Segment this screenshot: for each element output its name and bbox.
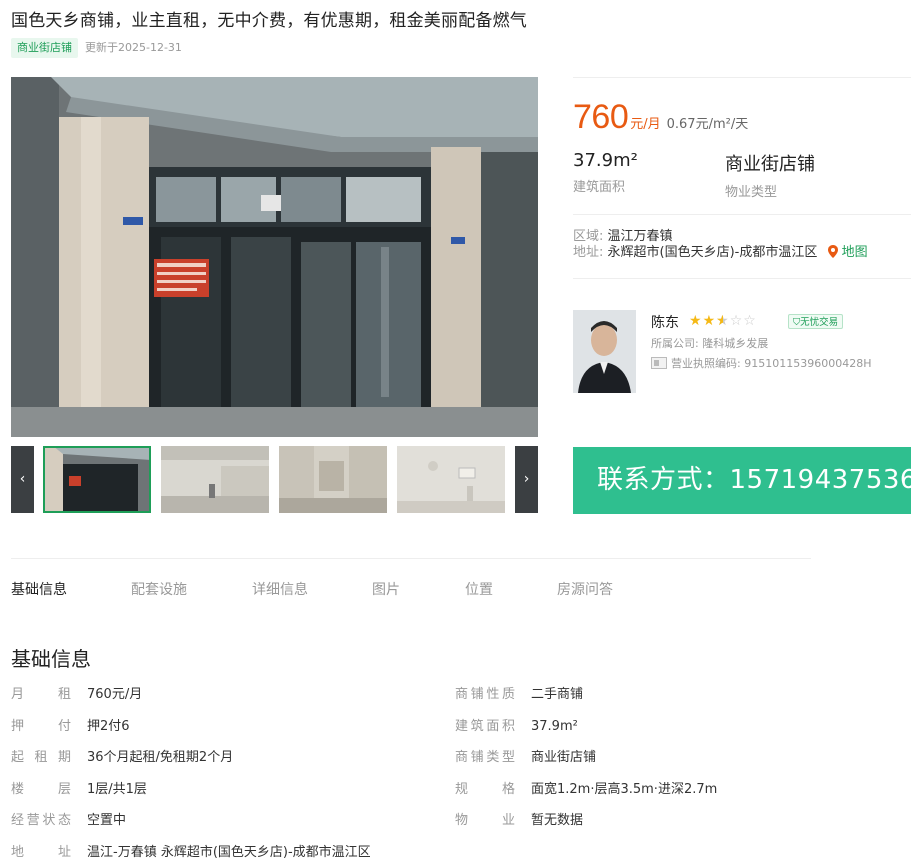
agent-company-label: 所属公司: xyxy=(651,337,699,350)
gallery-thumbnail-3[interactable] xyxy=(279,446,387,513)
info-value: 暂无数据 xyxy=(531,813,584,828)
info-label: 起租期 xyxy=(11,750,71,765)
property-type-tag: 商业街店铺 xyxy=(11,38,78,58)
info-value: 面宽1.2m·层高3.5m·进深2.7m xyxy=(531,782,718,797)
location-area-label: 区域: xyxy=(573,229,604,244)
info-label: 地址 xyxy=(11,845,71,860)
license-icon xyxy=(651,357,667,369)
map-pin-icon xyxy=(827,245,838,258)
info-value: 空置中 xyxy=(87,813,127,828)
location-area-value: 温江万春镇 xyxy=(607,229,673,244)
agent-avatar[interactable] xyxy=(573,310,636,393)
info-row: 月租 760元/月 xyxy=(11,683,142,702)
info-label: 规格 xyxy=(455,782,515,797)
tab-location[interactable]: 位置 xyxy=(465,579,493,599)
gallery-next-button[interactable]: › xyxy=(515,446,538,513)
info-value: 押2付6 xyxy=(87,719,130,734)
contact-button[interactable]: 联系方式：15719437536 xyxy=(573,447,911,514)
gallery-thumbnail-2[interactable] xyxy=(161,446,269,513)
fact-area-label: 建筑面积 xyxy=(573,180,626,195)
info-value: 商业街店铺 xyxy=(531,750,597,765)
gallery-prev-button[interactable]: ‹ xyxy=(11,446,34,513)
star-empty-icon: ☆ xyxy=(743,313,757,329)
location-address-value: 永辉超市(国色天乡店)-成都市温江区 xyxy=(607,245,818,260)
location-address-label: 地址: xyxy=(573,245,604,260)
star-full-icon: ★ xyxy=(702,313,717,329)
safe-trade-badge-label: 无忧交易 xyxy=(800,317,839,328)
info-label: 月租 xyxy=(11,687,71,702)
storefront-photo xyxy=(11,77,538,437)
location-area: 区域: 温江万春镇 xyxy=(573,229,673,245)
fact-property-type-value: 商业街店铺 xyxy=(725,154,815,175)
price-amount: 760 xyxy=(573,98,629,136)
agent-rating: ★★★☆☆ xyxy=(689,313,757,329)
updated-date: 更新于2025-12-31 xyxy=(85,41,182,54)
info-row: 起租期 36个月起租/免租期2个月 xyxy=(11,746,233,765)
agent-license: 营业执照编码: 91510115396000428H xyxy=(651,355,871,371)
info-label: 押付 xyxy=(11,719,71,734)
agent-company: 所属公司: 隆科城乡发展 xyxy=(651,335,768,351)
divider xyxy=(573,278,911,279)
info-row: 规格 面宽1.2m·层高3.5m·进深2.7m xyxy=(455,778,717,797)
info-row: 商铺类型 商业街店铺 xyxy=(455,746,596,765)
divider xyxy=(573,214,911,215)
price-unit: 元/月 xyxy=(630,117,661,132)
tab-basic-info[interactable]: 基础信息 xyxy=(11,579,67,599)
price-block: 760 元/月 0.67元/m²/天 xyxy=(573,98,748,137)
page-title: 国色天乡商铺，业主直租，无中介费，有优惠期，租金美丽配备燃气 xyxy=(11,11,527,31)
star-empty-icon: ☆ xyxy=(729,313,744,329)
tab-qa[interactable]: 房源问答 xyxy=(557,579,613,599)
divider xyxy=(573,77,911,78)
fact-area: 37.9m² 建筑面积 xyxy=(573,150,638,195)
fact-property-type-label: 物业类型 xyxy=(725,185,778,200)
fact-property-type: 商业街店铺 物业类型 xyxy=(725,150,815,200)
info-row: 物业 暂无数据 xyxy=(455,809,583,828)
info-row: 地址 温江-万春镇 永辉超市(国色天乡店)-成都市温江区 xyxy=(11,841,371,860)
location-address: 地址: 永辉超市(国色天乡店)-成都市温江区 地图 xyxy=(573,245,868,261)
agent-name[interactable]: 陈东 xyxy=(651,312,679,332)
agent-company-value: 隆科城乡发展 xyxy=(702,337,769,350)
tab-facilities[interactable]: 配套设施 xyxy=(131,579,187,599)
info-value: 二手商铺 xyxy=(531,687,584,702)
info-row: 经营状态 空置中 xyxy=(11,809,126,828)
main-photo[interactable] xyxy=(11,77,538,437)
tab-details[interactable]: 详细信息 xyxy=(252,579,308,599)
info-row: 押付 押2付6 xyxy=(11,715,130,734)
info-label: 楼层 xyxy=(11,782,71,797)
info-label: 物业 xyxy=(455,813,515,828)
info-value: 温江-万春镇 永辉超市(国色天乡店)-成都市温江区 xyxy=(87,845,371,860)
gallery-thumbnail-4[interactable] xyxy=(397,446,505,513)
map-link-label: 地图 xyxy=(841,245,868,260)
fact-area-value: 37.9m² xyxy=(573,150,638,171)
safe-trade-badge: ⛉无忧交易 xyxy=(788,314,844,329)
star-full-icon: ★ xyxy=(689,313,703,329)
star-half-icon: ★ xyxy=(716,313,730,329)
info-label: 经营状态 xyxy=(11,813,71,828)
agent-license-value: 91510115396000428H xyxy=(744,357,872,370)
info-label: 建筑面积 xyxy=(455,719,515,734)
info-value: 36个月起租/免租期2个月 xyxy=(87,750,234,765)
agent-license-label: 营业执照编码: xyxy=(671,357,741,370)
tab-photos[interactable]: 图片 xyxy=(372,579,400,599)
info-value: 760元/月 xyxy=(87,687,143,702)
section-title: 基础信息 xyxy=(11,647,91,671)
info-label: 商铺性质 xyxy=(455,687,515,702)
info-value: 37.9m² xyxy=(531,719,578,734)
info-row: 商铺性质 二手商铺 xyxy=(455,683,583,702)
info-label: 商铺类型 xyxy=(455,750,515,765)
tabs-divider xyxy=(11,558,811,559)
info-row: 建筑面积 37.9m² xyxy=(455,715,578,734)
gallery-thumbnail-1[interactable] xyxy=(43,446,151,513)
info-value: 1层/共1层 xyxy=(87,782,147,797)
price-per-area: 0.67元/m²/天 xyxy=(666,117,749,132)
info-row: 楼层 1层/共1层 xyxy=(11,778,147,797)
map-link[interactable]: 地图 xyxy=(827,245,868,260)
